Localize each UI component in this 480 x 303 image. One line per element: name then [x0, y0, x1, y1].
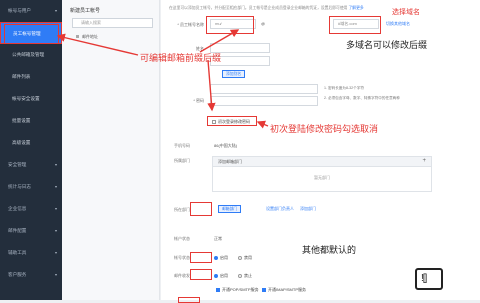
dept-label: 所属部门: [174, 158, 190, 163]
annotation-edit-prefix: 可编辑邮箱前缀后缀: [140, 53, 222, 63]
imap-smtp-label: 开通IMAP/SMTP服务: [268, 287, 307, 292]
sidebar-item[interactable]: 帐号与用户 ▾: [0, 0, 62, 22]
dept-panel-title: 添加邮箱部门: [218, 159, 242, 164]
radio-unchecked-icon: [238, 255, 242, 260]
pop-smtp-label: 开通POP/SMTP服务: [222, 287, 259, 292]
sidebar-item[interactable]: 客户服务 ▾: [0, 264, 62, 286]
sidebar-item[interactable]: 批量设置: [0, 110, 62, 132]
annotation-multi-domain: 多域名可以修改后缀: [346, 40, 428, 50]
watermark-logo: ![]: [415, 268, 443, 290]
sidebar-item-label: 帐号与用户: [8, 8, 31, 13]
sidebar-item-label: 高级设置: [12, 140, 31, 145]
phone-label: 手机号码: [174, 143, 190, 148]
radio-unchecked-icon: [238, 273, 242, 278]
add-alias-button[interactable]: 添加别名: [222, 70, 246, 78]
chevron-down-icon: ▾: [54, 206, 57, 211]
chevron-down-icon: ▾: [54, 272, 57, 277]
sidebar-item[interactable]: 公共邮箱及管理: [0, 44, 62, 66]
status-on-radio[interactable]: 启用: [214, 255, 228, 261]
account-type-label: 帐户状态: [174, 236, 190, 241]
status-label: 帐号状态: [174, 255, 190, 260]
sidebar-item[interactable]: 帐号安全设置: [0, 88, 62, 110]
sidebar-item[interactable]: 辅助工具 ▾: [0, 242, 62, 264]
page-hint: 在这里可以添加员工帐号，并分配至相应部门。员工帐号是企业成员登录企业邮箱的凭证，…: [169, 6, 364, 11]
status-off-radio[interactable]: 禁用: [238, 255, 252, 261]
position-label: 所在部门: [174, 207, 190, 212]
chevron-down-icon: ▾: [54, 250, 57, 255]
pop-smtp-checkbox[interactable]: 开通POP/SMTP服务: [216, 287, 259, 293]
smtp-off-label: 禁止: [244, 273, 252, 278]
sidebar-item[interactable]: 统计与日志 ▾: [0, 176, 62, 198]
phone-value[interactable]: 86(中国大陆): [214, 143, 237, 149]
sidebar-item-label: 帐号安全设置: [12, 96, 40, 101]
sidebar-item-label: 公共邮箱及管理: [12, 52, 45, 57]
plus-icon[interactable]: +: [422, 157, 426, 166]
radio-checked-icon: [214, 273, 218, 278]
status-on-label: 启用: [220, 255, 228, 260]
radio-checked-icon: [214, 255, 218, 260]
sidebar-item-label: 邮件列表: [12, 74, 31, 79]
highlight-domain-select: [329, 16, 381, 34]
highlight-position: [190, 202, 212, 216]
annotation-others-default: 其他都默认的: [302, 245, 357, 255]
smtp-label: 邮件收发: [174, 273, 190, 278]
sidebar-item[interactable]: 邮件配置 ▾: [0, 220, 62, 242]
department-tree-panel: 新建员工帐号 请输入搜索 邮件地址: [62, 0, 160, 300]
sidebar-item-label: 安全管理: [8, 162, 27, 167]
chevron-down-icon: ▾: [54, 184, 57, 189]
switch-domain-link[interactable]: 切换其他域名: [386, 21, 410, 27]
tree-root-label: 邮件地址: [82, 34, 98, 39]
highlight-sidebar-active: [4, 24, 59, 44]
sidebar-item-label: 批量设置: [12, 118, 31, 123]
account-type-value: 正常: [214, 236, 222, 241]
highlight-account-input: [206, 16, 254, 34]
highlight-status: [190, 252, 212, 263]
chevron-down-icon: ▾: [54, 162, 57, 167]
dept-tag[interactable]: 邮箱部门: [218, 205, 242, 213]
sidebar-item-label: 辅助工具: [8, 250, 27, 255]
highlight-bottom: [178, 297, 200, 303]
password-confirm-input[interactable]: [210, 96, 318, 106]
sidebar-item[interactable]: 高级设置: [0, 132, 62, 154]
checkbox-checked-icon: [216, 287, 220, 292]
sidebar-item-label: 企业信息: [8, 206, 27, 211]
password-input[interactable]: [210, 84, 318, 94]
tree-search-input[interactable]: 请输入搜索: [72, 18, 153, 28]
hint-text: 在这里可以添加员工帐号，并分配至相应部门。员工帐号是企业成员登录企业邮箱的凭证，…: [169, 6, 348, 10]
sidebar-item[interactable]: 安全管理 ▾: [0, 154, 62, 176]
imap-smtp-checkbox[interactable]: 开通IMAP/SMTP服务: [262, 287, 306, 293]
status-off-label: 禁用: [244, 255, 252, 260]
dept-panel-header: 添加邮箱部门 +: [213, 157, 431, 167]
annotation-first-login: 初次登陆修改密码勾选取消: [270, 124, 379, 134]
checkbox-checked-icon: [262, 287, 266, 292]
annotation-domain-select: 选择域名: [392, 9, 420, 16]
sidebar: 帐号与用户 ▾ 员工帐号管理 公共邮箱及管理 邮件列表 帐号安全设置 批量设置 高级设置 安全管…: [0, 0, 62, 300]
add-dept-link[interactable]: 添加部门: [300, 206, 316, 212]
dept-panel-empty: 暂无部门: [314, 175, 330, 180]
smtp-on-label: 启用: [220, 273, 228, 278]
account-label: * 员工帐号名称: [177, 22, 204, 27]
dept-panel: 添加邮箱部门 + 暂无部门: [212, 156, 432, 192]
tree-title: 新建员工帐号: [70, 8, 101, 14]
highlight-smtp: [190, 269, 212, 280]
tree-root-node[interactable]: 邮件地址: [62, 28, 159, 40]
password-label: * 密码: [193, 98, 204, 103]
highlight-force-change: [207, 116, 257, 126]
sidebar-item-label: 客户服务: [8, 272, 27, 277]
sidebar-item[interactable]: 企业信息 ▾: [0, 198, 62, 220]
at-sign: @: [261, 21, 266, 26]
smtp-off-radio[interactable]: 禁止: [238, 273, 252, 279]
chevron-down-icon: ▾: [54, 8, 57, 13]
password-tip-2: 2. 必须包含字母、数字、特殊字符中的任意两种: [324, 96, 400, 100]
node-bullet-icon: [76, 35, 79, 39]
learn-more-link[interactable]: 了解更多: [349, 6, 364, 10]
sidebar-item[interactable]: 邮件列表: [0, 66, 62, 88]
sidebar-item-label: 统计与日志: [8, 184, 31, 189]
password-tip-1: 1. 密码长度为8-32个字符: [324, 86, 364, 90]
chevron-down-icon: ▾: [54, 228, 57, 233]
set-dept-leader-link[interactable]: 设置部门负责人: [266, 206, 294, 212]
watermark-text: ![]: [421, 273, 427, 284]
sidebar-item-label: 邮件配置: [8, 228, 27, 233]
smtp-on-radio[interactable]: 启用: [214, 273, 228, 279]
